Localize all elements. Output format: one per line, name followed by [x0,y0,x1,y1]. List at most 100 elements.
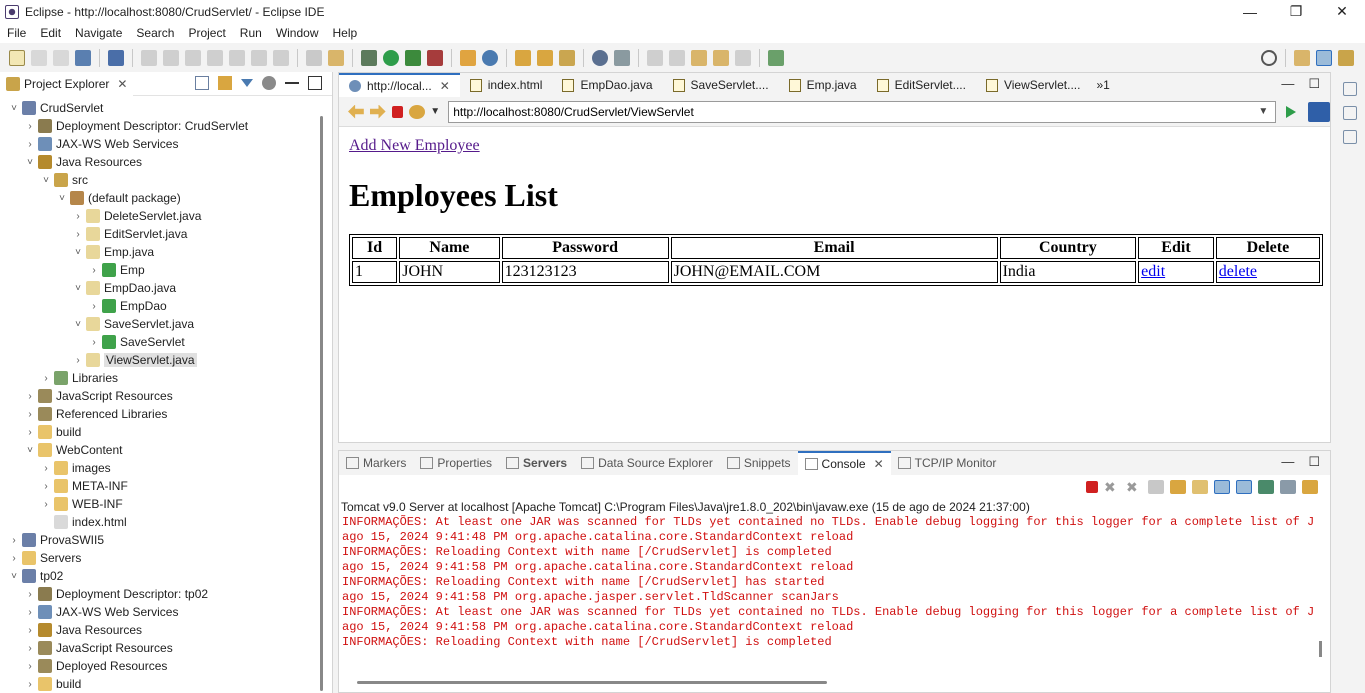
suspend-icon[interactable] [163,49,179,66]
open-perspective-icon[interactable] [1294,50,1310,66]
tab-project-explorer[interactable]: Project Explorer ✕ [0,71,134,96]
chevron-down-icon[interactable]: ▼ [430,106,440,117]
menu-file[interactable]: File [0,26,33,40]
tab-properties[interactable]: Properties [413,451,499,475]
tree-item[interactable]: ˅ SaveServlet.java [0,315,332,333]
chevron-right-icon[interactable]: › [6,553,22,564]
chevron-right-icon[interactable]: › [22,589,38,600]
editor-tab[interactable]: ViewServlet.... [976,73,1090,97]
console-horizontal-scrollbar[interactable] [357,681,827,684]
terminate-icon[interactable] [1086,481,1098,493]
chevron-right-icon[interactable]: › [38,463,54,474]
chevron-right-icon[interactable]: › [86,301,102,312]
new-icon[interactable] [9,49,25,66]
close-button[interactable]: ✕ [1319,0,1365,23]
editor-tab[interactable]: index.html [460,73,553,97]
chevron-down-icon[interactable]: ˅ [6,103,22,114]
maximize-view-icon[interactable]: ☐ [1308,76,1320,92]
tree-item[interactable]: › DeleteServlet.java [0,207,332,225]
minimize-view-icon[interactable] [285,76,299,84]
tree-item[interactable]: › ViewServlet.java [0,351,332,369]
go-icon[interactable] [1286,105,1297,118]
tree-item[interactable]: ˅ Emp.java [0,243,332,261]
url-dropdown-icon[interactable]: ▼ [1258,106,1272,117]
menu-help[interactable]: Help [326,26,365,40]
edit-link[interactable]: edit [1141,263,1165,280]
tree-item[interactable]: › Referenced Libraries [0,405,332,423]
open-type-icon[interactable] [515,49,531,66]
restore-icon[interactable] [1343,82,1357,96]
maximize-button[interactable]: ❐ [1273,0,1319,23]
tree-item[interactable]: › Deployment Descriptor: CrudServlet [0,117,332,135]
outline-icon[interactable] [1343,106,1357,120]
chevron-right-icon[interactable]: › [22,391,38,402]
step-return-icon[interactable] [273,49,289,66]
save-icon[interactable] [31,49,47,66]
chevron-right-icon[interactable]: › [38,499,54,510]
chevron-right-icon[interactable]: › [22,643,38,654]
maximize-view-icon[interactable]: ☐ [1308,454,1320,470]
close-icon[interactable]: ✕ [117,77,127,91]
tree-item[interactable]: › ProvaSWII5 [0,531,332,549]
editor-tab[interactable]: SaveServlet.... [663,73,779,97]
chevron-right-icon[interactable]: › [70,211,86,222]
tree-item[interactable]: › SaveServlet [0,333,332,351]
tab-data-source-explorer[interactable]: Data Source Explorer [574,451,720,475]
tree-item[interactable]: ˅ EmpDao.java [0,279,332,297]
task-list-icon[interactable] [1343,130,1357,144]
remove-launch-icon[interactable]: ✖ [1104,480,1120,494]
tab-console[interactable]: Console ✕ [797,451,891,475]
chevron-down-icon[interactable]: ˅ [70,247,86,258]
forward-arrow-icon[interactable] [369,104,386,119]
jee-perspective-icon[interactable] [1316,50,1332,66]
back-arrow-icon[interactable] [348,104,364,119]
search-tool-icon[interactable] [559,49,575,66]
minimize-button[interactable]: — [1227,0,1273,23]
filter-icon[interactable] [241,79,253,87]
chevron-right-icon[interactable]: › [22,607,38,618]
menu-search[interactable]: Search [129,26,181,40]
previous-annotation-icon[interactable] [669,49,685,66]
open-task-icon[interactable] [537,49,553,66]
remove-all-launches-icon[interactable]: ✖ [1126,480,1142,494]
delete-link[interactable]: delete [1219,263,1257,280]
tab-markers[interactable]: Markers [339,451,413,475]
chevron-right-icon[interactable]: › [6,535,22,546]
chevron-right-icon[interactable]: › [22,409,38,420]
console-vertical-scrollbar[interactable] [1319,641,1322,657]
tree-item[interactable]: › build [0,423,332,441]
scroll-lock-icon[interactable] [1170,480,1186,494]
console-output[interactable]: INFORMAÇÕES: At least one JAR was scanne… [339,515,1314,650]
chevron-right-icon[interactable]: › [38,373,54,384]
chevron-down-icon[interactable]: ˅ [38,175,54,186]
tree-item[interactable]: › JAX-WS Web Services [0,603,332,621]
tree-item[interactable]: › Deployment Descriptor: tp02 [0,585,332,603]
tree-item[interactable]: › images [0,459,332,477]
chevron-right-icon[interactable]: › [22,139,38,150]
editor-tab[interactable]: Emp.java [779,73,867,97]
eclipse-browser-icon[interactable] [1308,101,1330,122]
tree-item[interactable]: ˅ Java Resources [0,153,332,171]
word-wrap-icon[interactable] [1192,480,1208,494]
maximize-view-icon[interactable] [308,76,322,90]
new-class-icon[interactable] [482,49,498,66]
minimize-view-icon[interactable]: — [1281,454,1294,470]
editor-tab[interactable]: EditServlet.... [867,73,976,97]
menu-edit[interactable]: Edit [33,26,68,40]
close-icon[interactable]: ✕ [440,79,450,93]
debug-icon[interactable] [361,49,377,66]
explorer-scrollbar[interactable] [320,116,323,691]
step-into-icon[interactable] [229,49,245,66]
chevron-right-icon[interactable]: › [86,337,102,348]
clear-console-icon[interactable] [1148,480,1164,494]
external-tools-icon[interactable] [427,49,443,66]
menu-window[interactable]: Window [269,26,326,40]
chevron-right-icon[interactable]: › [22,661,38,672]
tree-item[interactable]: › EmpDao [0,297,332,315]
tree-item[interactable]: › WEB-INF [0,495,332,513]
editor-tab[interactable]: http://local... ✕ [339,73,460,97]
chevron-down-icon[interactable]: ˅ [6,571,22,582]
close-icon[interactable]: ✕ [874,457,884,471]
coverage-icon[interactable] [405,49,421,66]
chevron-right-icon[interactable]: › [22,625,38,636]
